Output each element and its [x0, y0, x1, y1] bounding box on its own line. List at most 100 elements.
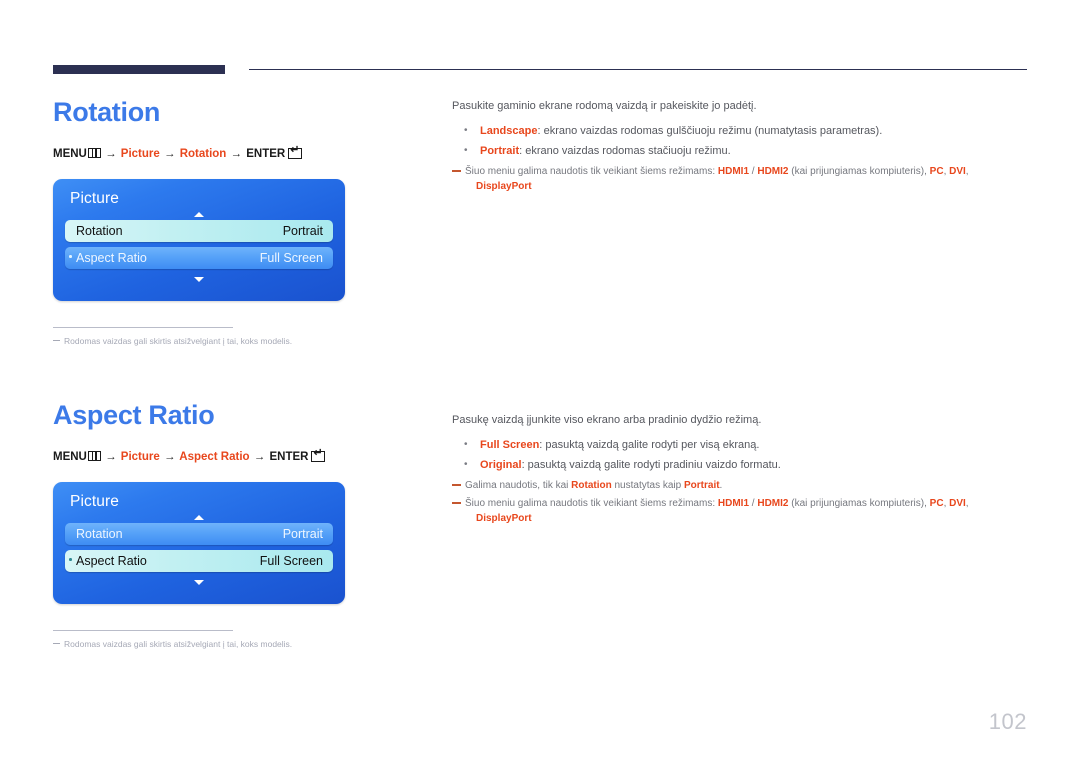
osd-scroll-down-arrow-icon[interactable]	[65, 577, 333, 588]
bullet-dot-icon: •	[464, 125, 468, 136]
note-term-pc: PC	[929, 498, 944, 509]
header-rule-thick	[53, 65, 225, 74]
bullet-dot-icon	[69, 558, 72, 561]
osd-scroll-up-arrow-icon[interactable]	[65, 209, 333, 220]
footnote-dash-icon	[53, 643, 60, 644]
list-item-term: Original	[480, 459, 522, 471]
list-item-term: Landscape	[480, 125, 538, 137]
menu-path-arrow-1: →	[105, 148, 117, 160]
bullet-dot-icon: •	[464, 145, 468, 156]
enter-key-icon	[288, 145, 303, 159]
note-prefix: Šiuo meniu galima naudotis tik veikiant …	[465, 498, 718, 509]
page-title-rotation: Rotation	[53, 97, 161, 127]
list-item-term: Full Screen	[480, 439, 540, 451]
list-item-text: Landscape: ekrano vaizdas rodomas gulšči…	[480, 121, 882, 141]
osd-row-value: Portrait	[282, 527, 323, 541]
menu-path-arrow-3: →	[253, 451, 266, 463]
note-term-displayport: DisplayPort	[476, 513, 532, 524]
osd-row-rotation[interactable]: Rotation Portrait	[65, 220, 333, 242]
bullet-dot-icon	[69, 255, 72, 258]
note-sep-2: (kai prijungiamas kompiuteris),	[788, 166, 930, 177]
left-column: Rotation MENU → Picture → Rotation → ENT…	[53, 95, 433, 650]
list-item-desc: : ekrano vaizdas rodomas gulščiuoju reži…	[537, 125, 883, 137]
menu-path-arrow-2: →	[163, 148, 176, 160]
menu-path-menu-label: MENU	[53, 451, 87, 463]
note-term-portrait: Portrait	[683, 480, 720, 491]
menu-path-crumb-picture: Picture	[120, 451, 160, 463]
osd-row-rotation[interactable]: Rotation Portrait	[65, 523, 333, 545]
list-item: • Landscape: ekrano vaizdas rodomas gulš…	[452, 121, 1032, 141]
description-rotation: Pasukite gaminio ekrane rodomą vaizdą ir…	[452, 98, 1032, 194]
footnote-text: Rodomas vaizdas gali skirtis atsižvelgia…	[64, 336, 293, 346]
menu-path-crumb-rotation: Rotation	[179, 148, 227, 160]
note-dash-icon	[452, 502, 461, 504]
intro-text: Pasukę vaizdą įjunkite viso ekrano arba …	[452, 414, 762, 426]
list-item: • Full Screen: pasuktą vaizdą galite rod…	[452, 435, 1032, 455]
osd-menu-rotation: Picture Rotation Portrait Aspect Ratio F…	[53, 179, 345, 301]
menu-path-rotation: MENU → Picture → Rotation → ENTER	[53, 145, 433, 161]
menu-path-arrow-3: →	[230, 148, 243, 160]
note-term-hdmi2: HDMI2	[757, 498, 789, 509]
note-supported-modes: Šiuo meniu galima naudotis tik veikiant …	[452, 496, 1032, 526]
note-term-hdmi1: HDMI1	[717, 166, 750, 177]
note-term-hdmi1: HDMI1	[717, 498, 750, 509]
osd-row-aspect-ratio[interactable]: Aspect Ratio Full Screen	[65, 550, 333, 572]
list-item-desc: : pasuktą vaizdą galite rodyti pradiniu …	[521, 459, 781, 471]
note-supported-modes: Šiuo meniu galima naudotis tik veikiant …	[452, 164, 1032, 194]
footnote-aspect-ratio: Rodomas vaizdas gali skirtis atsižvelgia…	[53, 638, 433, 650]
menu-path-enter-label: ENTER	[246, 148, 286, 160]
list-item-text: Portrait: ekrano vaizdas rodomas stačiuo…	[480, 141, 731, 161]
right-column: Pasukite gaminio ekrane rodomą vaizdą ir…	[452, 98, 1032, 526]
bullet-dot-icon: •	[464, 459, 468, 470]
note-term-dvi: DVI	[949, 498, 966, 509]
list-item-term: Portrait	[480, 145, 520, 157]
note-term-hdmi2: HDMI2	[757, 166, 789, 177]
menu-path-aspect-ratio: MENU → Picture → Aspect Ratio → ENTER	[53, 448, 433, 464]
note-sep-2: .	[719, 480, 723, 491]
menu-path-crumb-picture: Picture	[120, 148, 160, 160]
osd-title: Picture	[70, 190, 119, 207]
intro-text: Pasukite gaminio ekrane rodomą vaizdą ir…	[452, 100, 757, 112]
osd-scroll-down-arrow-icon[interactable]	[65, 274, 333, 285]
menu-path-enter-label: ENTER	[269, 451, 309, 463]
footnote-divider	[53, 327, 233, 328]
manual-page: Rotation MENU → Picture → Rotation → ENT…	[0, 0, 1080, 763]
list-item: • Original: pasuktą vaizdą galite rodyti…	[452, 455, 1032, 475]
osd-row-value: Full Screen	[259, 251, 323, 265]
page-title-aspect-ratio: Aspect Ratio	[53, 400, 215, 430]
footnote-dash-icon	[53, 340, 60, 341]
note-sep-4: ,	[965, 498, 969, 509]
osd-row-label: Rotation	[76, 224, 123, 238]
note-term-dvi: DVI	[949, 166, 966, 177]
osd-row-aspect-ratio[interactable]: Aspect Ratio Full Screen	[65, 247, 333, 269]
menu-grid-icon	[87, 451, 101, 461]
note-sep-4: ,	[965, 166, 969, 177]
note-rotation-requirement: Galima naudotis, tik kai Rotation nustat…	[452, 478, 1032, 493]
menu-path-crumb-aspect-ratio: Aspect Ratio	[179, 451, 250, 463]
note-prefix: Šiuo meniu galima naudotis tik veikiant …	[465, 166, 718, 177]
section-aspect-ratio-left: Aspect Ratio MENU → Picture → Aspect Rat…	[53, 398, 433, 650]
section-rotation-left: Rotation MENU → Picture → Rotation → ENT…	[53, 95, 433, 347]
osd-row-value: Portrait	[282, 224, 323, 238]
osd-row-value: Full Screen	[259, 554, 323, 568]
menu-grid-icon	[87, 148, 101, 158]
page-number: 102	[988, 709, 1027, 734]
bullet-dot-icon: •	[464, 439, 468, 450]
note-term-pc: PC	[929, 166, 944, 177]
list-item-desc: : ekrano vaizdas rodomas stačiuoju režim…	[519, 145, 731, 157]
note-dash-icon	[452, 484, 461, 486]
list-item-text: Original: pasuktą vaizdą galite rodyti p…	[480, 455, 781, 475]
osd-row-label: Rotation	[76, 527, 123, 541]
note-term-rotation: Rotation	[571, 480, 612, 491]
footnote-text: Rodomas vaizdas gali skirtis atsižvelgia…	[64, 639, 293, 649]
osd-row-label: Aspect Ratio	[76, 251, 147, 265]
osd-scroll-up-arrow-icon[interactable]	[65, 512, 333, 523]
menu-path-arrow-1: →	[105, 451, 117, 463]
osd-menu-aspect-ratio: Picture Rotation Portrait Aspect Ratio F…	[53, 482, 345, 604]
note-sep-2: (kai prijungiamas kompiuteris),	[788, 498, 930, 509]
note-prefix: Galima naudotis, tik kai	[465, 480, 572, 491]
note-term-displayport: DisplayPort	[476, 181, 532, 192]
description-aspect-ratio: Pasukę vaizdą įjunkite viso ekrano arba …	[452, 412, 1032, 526]
menu-path-menu-label: MENU	[53, 148, 87, 160]
osd-row-label: Aspect Ratio	[76, 554, 147, 568]
